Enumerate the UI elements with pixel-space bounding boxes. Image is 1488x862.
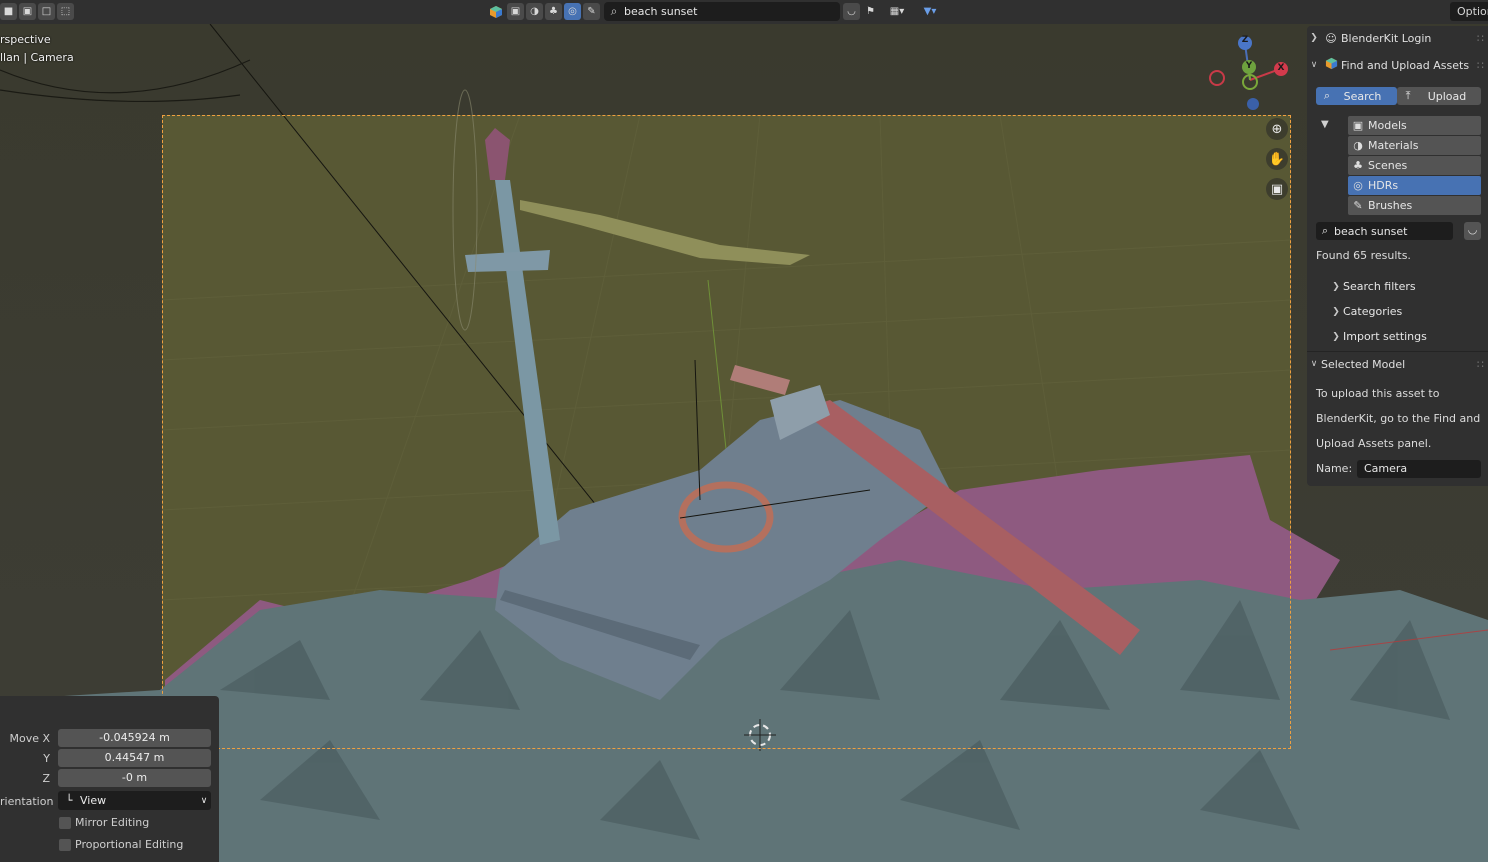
pan-hand-icon[interactable]: ✋ [1266, 148, 1288, 170]
proportional-editing-checkbox[interactable] [59, 839, 71, 851]
move-z-field[interactable]: -0 m [58, 769, 211, 787]
scene-icon: ♣ [1353, 159, 1363, 172]
move-x-field[interactable]: -0.045924 m [58, 729, 211, 747]
scenes-filter-icon[interactable]: ♣ [545, 3, 562, 20]
brushes-filter-icon[interactable]: ✎ [583, 3, 600, 20]
category-brushes[interactable]: ✎ Brushes [1348, 196, 1481, 215]
mirror-editing-checkbox[interactable] [59, 817, 71, 829]
options-button[interactable]: Optior [1450, 2, 1488, 21]
search-icon: ⌕ [1321, 224, 1329, 237]
blenderkit-panel: ❯ ☺ BlenderKit Login ∷ ∨ Find and Upload… [1307, 26, 1488, 486]
panel-search-input[interactable]: ⌕ beach sunset [1316, 222, 1453, 240]
divider [1307, 351, 1488, 352]
orientation-label: rientation [0, 795, 54, 808]
chevron-right-icon: ❯ [1332, 306, 1340, 317]
move-z-label: Z [42, 772, 50, 785]
category-hdrs[interactable]: ◎ HDRs [1348, 176, 1481, 195]
proportional-editing-label: Proportional Editing [75, 838, 184, 851]
viewport-header: ■ ▣ □ ⬚ ▣ ◑ ♣ ◎ ✎ ⌕ beach sunset ◡ ⚑ ▦▾ … [0, 0, 1488, 24]
upload-help-line-2: BlenderKit, go to the Find and [1316, 412, 1481, 425]
select-mode-new-icon[interactable]: ■ [0, 3, 17, 20]
move-x-label: Move X [9, 732, 50, 745]
mirror-editing-label: Mirror Editing [75, 816, 150, 829]
chevron-right-icon: ❯ [1310, 33, 1318, 43]
chevron-down-icon: ∨ [200, 795, 208, 806]
axis-z-label: Z [1241, 35, 1249, 45]
panel-title: Find and Upload Assets [1341, 58, 1470, 72]
selected-model-title: Selected Model [1321, 357, 1406, 371]
cube-icon: ▣ [1352, 119, 1364, 132]
upload-help-line-3: Upload Assets panel. [1316, 437, 1432, 450]
collection-label: llan | Camera [0, 51, 74, 64]
axis-y-label: Y [1245, 61, 1253, 71]
orientation-axes-icon: └ [65, 794, 73, 807]
collapse-triangle-icon[interactable]: ▼ [1321, 119, 1329, 130]
tab-upload[interactable]: ⤒ Upload [1397, 87, 1481, 105]
bookmark-icon[interactable]: ⚑ [862, 3, 879, 20]
name-field[interactable]: Camera [1357, 460, 1481, 478]
name-label: Name: [1316, 462, 1353, 475]
orientation-select[interactable]: └ View ∨ [58, 791, 211, 810]
search-icon: ⌕ [1323, 89, 1331, 102]
subpanel-search-filters[interactable]: ❯ Search filters [1329, 280, 1415, 293]
upload-help-line-1: To upload this asset to [1316, 387, 1440, 400]
upload-icon: ⤒ [1405, 89, 1411, 102]
select-mode-intersect-icon[interactable]: ⬚ [57, 3, 74, 20]
world-icon: ◎ [1353, 179, 1363, 192]
chevron-down-icon: ∨ [1310, 359, 1318, 369]
login-label: BlenderKit Login [1341, 31, 1432, 45]
find-upload-panel-header[interactable]: ∨ Find and Upload Assets ∷ [1307, 54, 1488, 76]
header-search-input[interactable]: ⌕ beach sunset [604, 2, 840, 21]
materials-filter-icon[interactable]: ◑ [526, 3, 543, 20]
brush-icon: ✎ [1353, 199, 1363, 212]
chevron-right-icon: ❯ [1332, 281, 1340, 292]
clear-search-icon[interactable]: ◡ [843, 3, 860, 20]
3d-viewport[interactable]: rspective llan | Camera Z Y X ⊕ ✋ ▣ [0, 0, 1488, 862]
panel-search-value: beach sunset [1334, 224, 1408, 238]
category-materials[interactable]: ◑ Materials [1348, 136, 1481, 155]
models-filter-icon[interactable]: ▣ [507, 3, 524, 20]
axis-x-label: X [1277, 63, 1285, 73]
search-icon: ⌕ [610, 4, 618, 18]
move-y-field[interactable]: 0.44547 m [58, 749, 211, 767]
drag-handle-icon[interactable]: ∷ [1477, 32, 1484, 45]
filter-dropdown-icon[interactable]: ▼▾ [916, 3, 944, 20]
camera-frame [162, 115, 1291, 749]
zoom-icon[interactable]: ⊕ [1266, 118, 1288, 140]
drag-handle-icon[interactable]: ∷ [1477, 59, 1484, 72]
category-models[interactable]: ▣ Models [1348, 116, 1481, 135]
user-icon: ☺ [1325, 31, 1337, 45]
select-mode-extend-icon[interactable]: ▣ [19, 3, 36, 20]
category-scenes[interactable]: ♣ Scenes [1348, 156, 1481, 175]
blenderkit-logo-icon [1321, 57, 1341, 73]
results-text: Found 65 results. [1316, 249, 1411, 262]
hdrs-filter-icon[interactable]: ◎ [564, 3, 581, 20]
selected-model-panel-header[interactable]: ∨ Selected Model ∷ [1307, 353, 1488, 375]
subpanel-import-settings[interactable]: ❯ Import settings [1329, 330, 1427, 343]
login-subpanel-header[interactable]: ❯ ☺ BlenderKit Login ∷ [1307, 27, 1488, 49]
select-mode-subtract-icon[interactable]: □ [38, 3, 55, 20]
layout-dropdown-icon[interactable]: ▦▾ [882, 3, 912, 20]
drag-handle-icon[interactable]: ∷ [1477, 358, 1484, 371]
clear-search-icon[interactable]: ◡ [1464, 222, 1481, 240]
header-search-value: beach sunset [624, 5, 698, 18]
blenderkit-logo-icon[interactable] [487, 3, 504, 20]
tab-search[interactable]: ⌕ Search [1316, 87, 1397, 105]
subpanel-categories[interactable]: ❯ Categories [1329, 305, 1402, 318]
chevron-down-icon: ∨ [1310, 60, 1318, 70]
sphere-icon: ◑ [1353, 139, 1363, 152]
chevron-right-icon: ❯ [1332, 331, 1340, 342]
move-y-label: Y [43, 752, 50, 765]
asset-category-list: ▣ Models ◑ Materials ♣ Scenes ◎ HDRs ✎ Brushe… [1348, 116, 1481, 216]
camera-view-icon[interactable]: ▣ [1266, 178, 1288, 200]
view-mode-label: rspective [0, 33, 51, 46]
